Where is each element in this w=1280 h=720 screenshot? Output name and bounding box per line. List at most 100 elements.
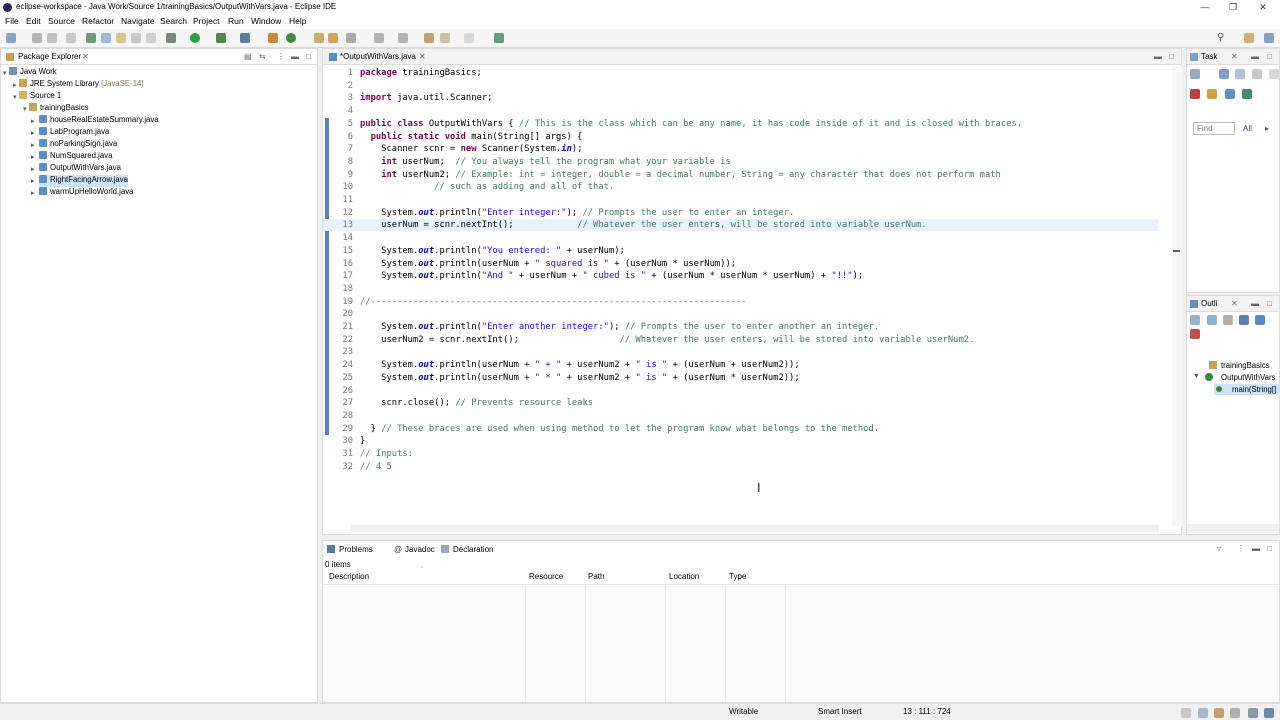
close-tab-icon[interactable]: ✕: [419, 52, 426, 61]
hide-local-types-icon[interactable]: [1190, 329, 1200, 339]
expand-arrow-icon[interactable]: ▾: [3, 69, 7, 77]
menu-window[interactable]: Window: [251, 16, 281, 26]
code-editor[interactable]: 1 package trainingBasics; 2 3 import java.ut…: [333, 67, 1163, 522]
code-line[interactable]: 13 userNum = scnr.nextInt(); // Whatever…: [333, 219, 1163, 232]
code-line[interactable]: 17 System.out.println("And " + userNum +…: [333, 270, 1163, 283]
coverage-icon[interactable]: [216, 33, 226, 43]
menu-help[interactable]: Help: [289, 16, 306, 26]
code-line[interactable]: 1 package trainingBasics;: [333, 67, 1163, 80]
trim-icon[interactable]: [1230, 708, 1240, 718]
save-icon[interactable]: [32, 33, 42, 43]
scheduled-icon[interactable]: [1235, 69, 1245, 79]
outline-item-method[interactable]: main(String[]: [1232, 385, 1276, 394]
menu-edit[interactable]: Edit: [26, 16, 41, 26]
save-all-icon[interactable]: [47, 33, 57, 43]
code-line[interactable]: 25 System.out.println(userNum + " * " + …: [333, 372, 1163, 385]
open-type-icon[interactable]: [314, 33, 324, 43]
collapse-all-icon[interactable]: [1190, 315, 1200, 325]
column-path[interactable]: Path: [588, 572, 604, 581]
code-line[interactable]: 6 public static void main(String[] args)…: [333, 131, 1163, 144]
hide-nonpublic-icon[interactable]: [1255, 315, 1265, 325]
tab-task-list[interactable]: Task: [1201, 52, 1217, 61]
menu-navigate[interactable]: Navigate: [121, 16, 155, 26]
code-line[interactable]: 29 } // These braces are used when using…: [333, 423, 1163, 436]
code-line[interactable]: 19 //------------------------------------…: [333, 296, 1163, 309]
minimize-view-icon[interactable]: ▬: [1252, 544, 1260, 553]
minimize-view-icon[interactable]: ▬: [1251, 299, 1259, 308]
code-line[interactable]: 23: [333, 346, 1163, 359]
code-line[interactable]: 7 Scanner scnr = new Scanner(System.in);: [333, 143, 1163, 156]
focus-icon[interactable]: [1207, 89, 1217, 99]
link-editor-icon[interactable]: ⇆: [259, 52, 266, 61]
view-menu-icon[interactable]: ⋮: [277, 52, 285, 61]
tab-package-explorer[interactable]: Package Explorer: [18, 52, 81, 61]
highlight-icon[interactable]: [116, 33, 126, 43]
task-find-input[interactable]: [1193, 122, 1235, 135]
code-line[interactable]: 21 System.out.println("Enter another int…: [333, 321, 1163, 334]
code-line[interactable]: 11: [333, 194, 1163, 207]
tree-item[interactable]: warmUpHelloWorld.java: [39, 187, 133, 199]
view-menu-icon[interactable]: ⋮: [1237, 544, 1245, 553]
minimize-view-icon[interactable]: ▬: [291, 52, 299, 61]
overview-ruler[interactable]: [1172, 66, 1182, 526]
tree-item[interactable]: LabProgram.java: [39, 127, 109, 139]
maximize-view-icon[interactable]: □: [1267, 52, 1272, 61]
tree-item[interactable]: JRE System Library [JavaSE-14]: [19, 79, 144, 91]
code-line[interactable]: 24 System.out.println(userNum + " + " + …: [333, 359, 1163, 372]
back-icon[interactable]: [440, 33, 450, 43]
collapsed-arrow-icon[interactable]: ▸: [31, 153, 35, 161]
print-icon[interactable]: [66, 33, 76, 43]
code-line[interactable]: 31 // Inputs:: [333, 448, 1163, 461]
code-line[interactable]: 4: [333, 105, 1163, 118]
menu-search[interactable]: Search: [160, 16, 187, 26]
view-menu-icon[interactable]: [1269, 69, 1279, 79]
prev-annotation-icon[interactable]: [398, 33, 408, 43]
chevron-down-icon[interactable]: ▸: [1265, 124, 1269, 133]
repository-icon[interactable]: [1242, 89, 1252, 99]
progress-icon[interactable]: [1181, 708, 1191, 718]
filter-icon[interactable]: [1190, 89, 1200, 99]
hide-static-icon[interactable]: [1239, 315, 1249, 325]
collapsed-arrow-icon[interactable]: ▸: [31, 165, 35, 173]
collapsed-arrow-icon[interactable]: ▸: [31, 129, 35, 137]
debug-icon[interactable]: [166, 33, 176, 43]
expand-arrow-icon[interactable]: ▸: [13, 81, 17, 89]
categorized-icon[interactable]: [1219, 69, 1229, 79]
tree-item[interactable]: trainingBasics: [29, 103, 89, 115]
tab-javadoc[interactable]: Javadoc: [405, 545, 435, 554]
new-task-icon[interactable]: [1190, 69, 1200, 79]
tab-outline[interactable]: Outli: [1201, 299, 1217, 308]
code-line[interactable]: 28: [333, 410, 1163, 423]
collapsed-arrow-icon[interactable]: ▸: [31, 177, 35, 185]
menu-project[interactable]: Project: [193, 16, 219, 26]
expand-arrow-icon[interactable]: ▾: [13, 93, 17, 101]
minimize-icon[interactable]: —: [1190, 0, 1220, 15]
minimize-view-icon[interactable]: ▬: [1251, 52, 1259, 61]
collapse-all-icon[interactable]: ▤: [244, 52, 252, 61]
collapsed-arrow-icon[interactable]: ▸: [31, 189, 35, 197]
code-line[interactable]: 30}: [333, 435, 1163, 448]
expand-arrow-icon[interactable]: ▼: [1193, 373, 1200, 380]
restore-icon[interactable]: ❐: [1218, 0, 1248, 15]
mark-occurrences-icon[interactable]: [101, 33, 111, 43]
tree-item[interactable]: OutputWithVars.java: [39, 163, 121, 175]
expand-arrow-icon[interactable]: ▾: [23, 105, 27, 113]
toggle-icon[interactable]: [86, 33, 96, 43]
code-line[interactable]: 5 public class OutputWithVars { // This i…: [333, 118, 1163, 131]
tips-icon[interactable]: [1214, 708, 1224, 718]
code-line[interactable]: 32 // 4 5: [333, 461, 1163, 474]
sort-icon[interactable]: [1207, 315, 1217, 325]
tab-problems[interactable]: Problems: [339, 545, 373, 554]
tree-item[interactable]: RightFacingArrow.java: [39, 175, 129, 187]
column-resource[interactable]: Resource: [529, 572, 563, 581]
editor-horizontal-scrollbar[interactable]: [351, 525, 1159, 532]
tree-item[interactable]: Source 1: [19, 91, 61, 103]
new-icon[interactable]: [6, 33, 16, 43]
maximize-view-icon[interactable]: □: [306, 52, 311, 61]
whitespace-icon[interactable]: [146, 33, 156, 43]
pin-editor-icon[interactable]: [494, 33, 504, 43]
new-class-icon[interactable]: [286, 33, 296, 43]
insert-mode-status[interactable]: Smart Insert: [818, 707, 862, 716]
last-edit-icon[interactable]: [424, 33, 434, 43]
tab-outputwithvars[interactable]: *OutputWithVars.java: [340, 52, 416, 61]
